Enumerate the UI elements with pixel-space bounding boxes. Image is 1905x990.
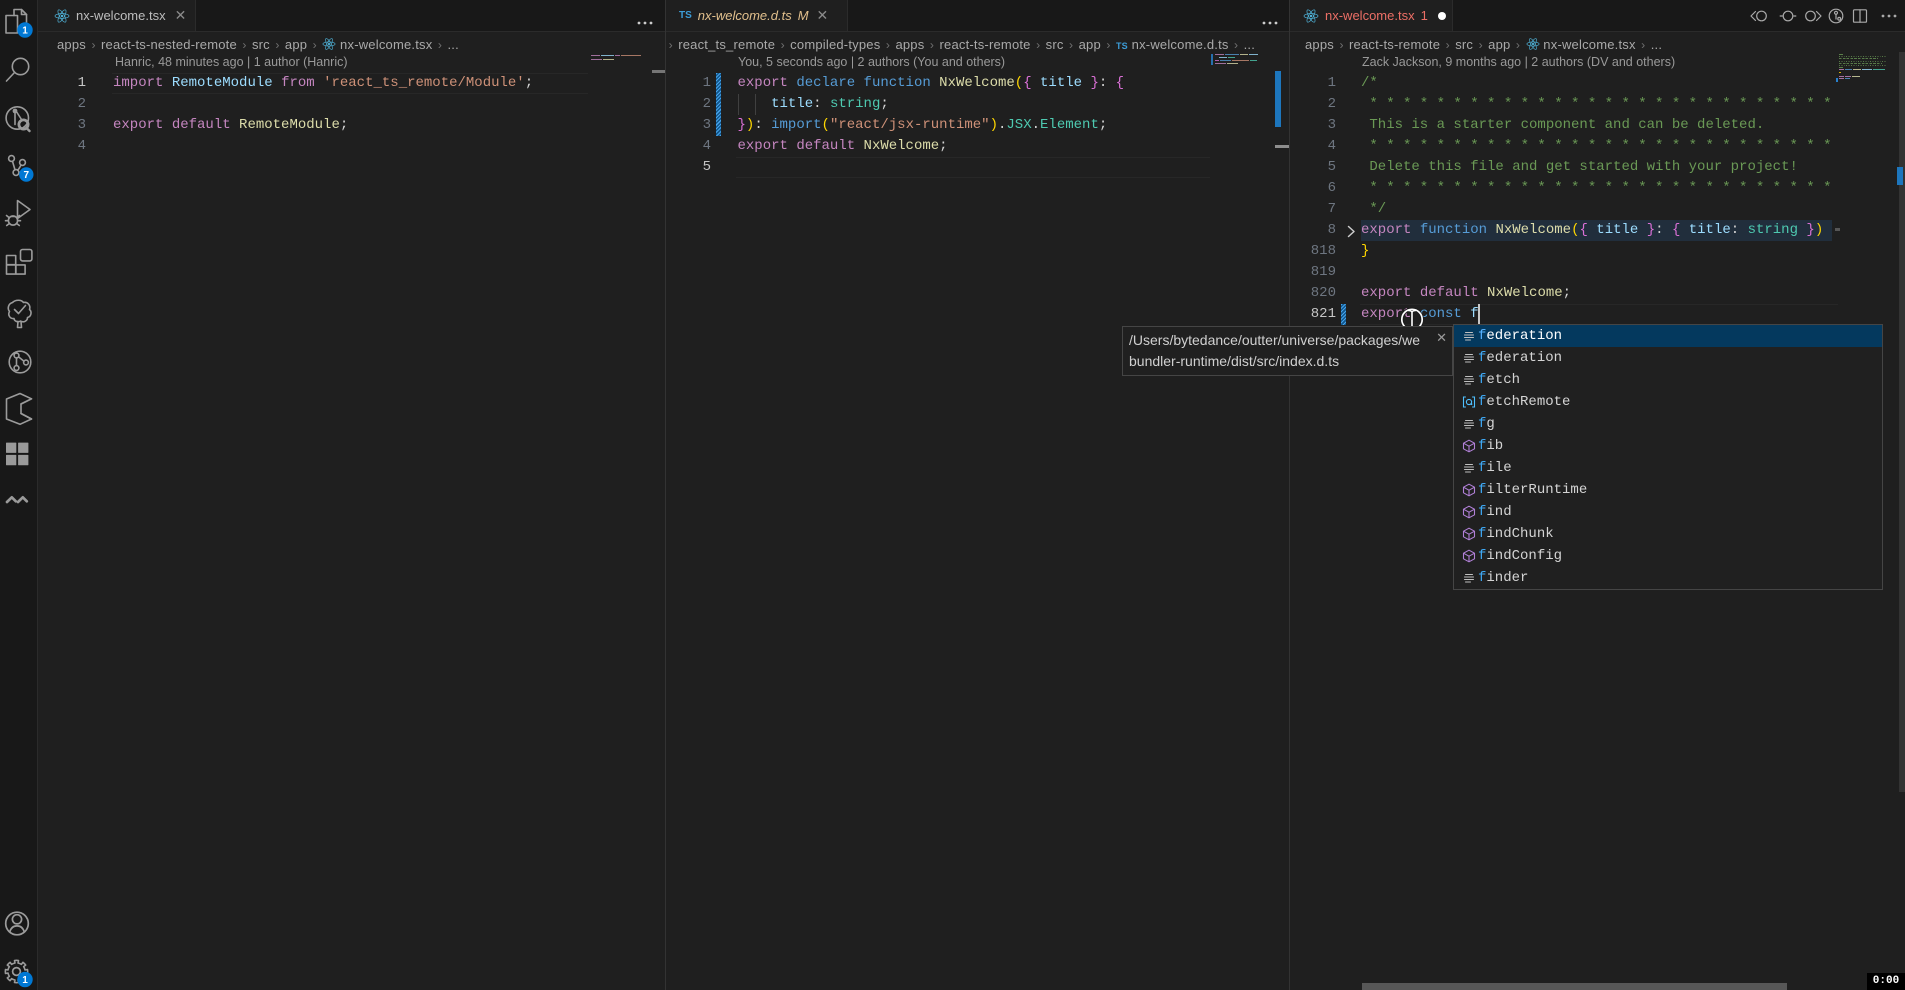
svg-text:1: 1 bbox=[22, 26, 28, 37]
svg-text:7: 7 bbox=[24, 170, 30, 181]
svg-text:1: 1 bbox=[22, 975, 28, 986]
